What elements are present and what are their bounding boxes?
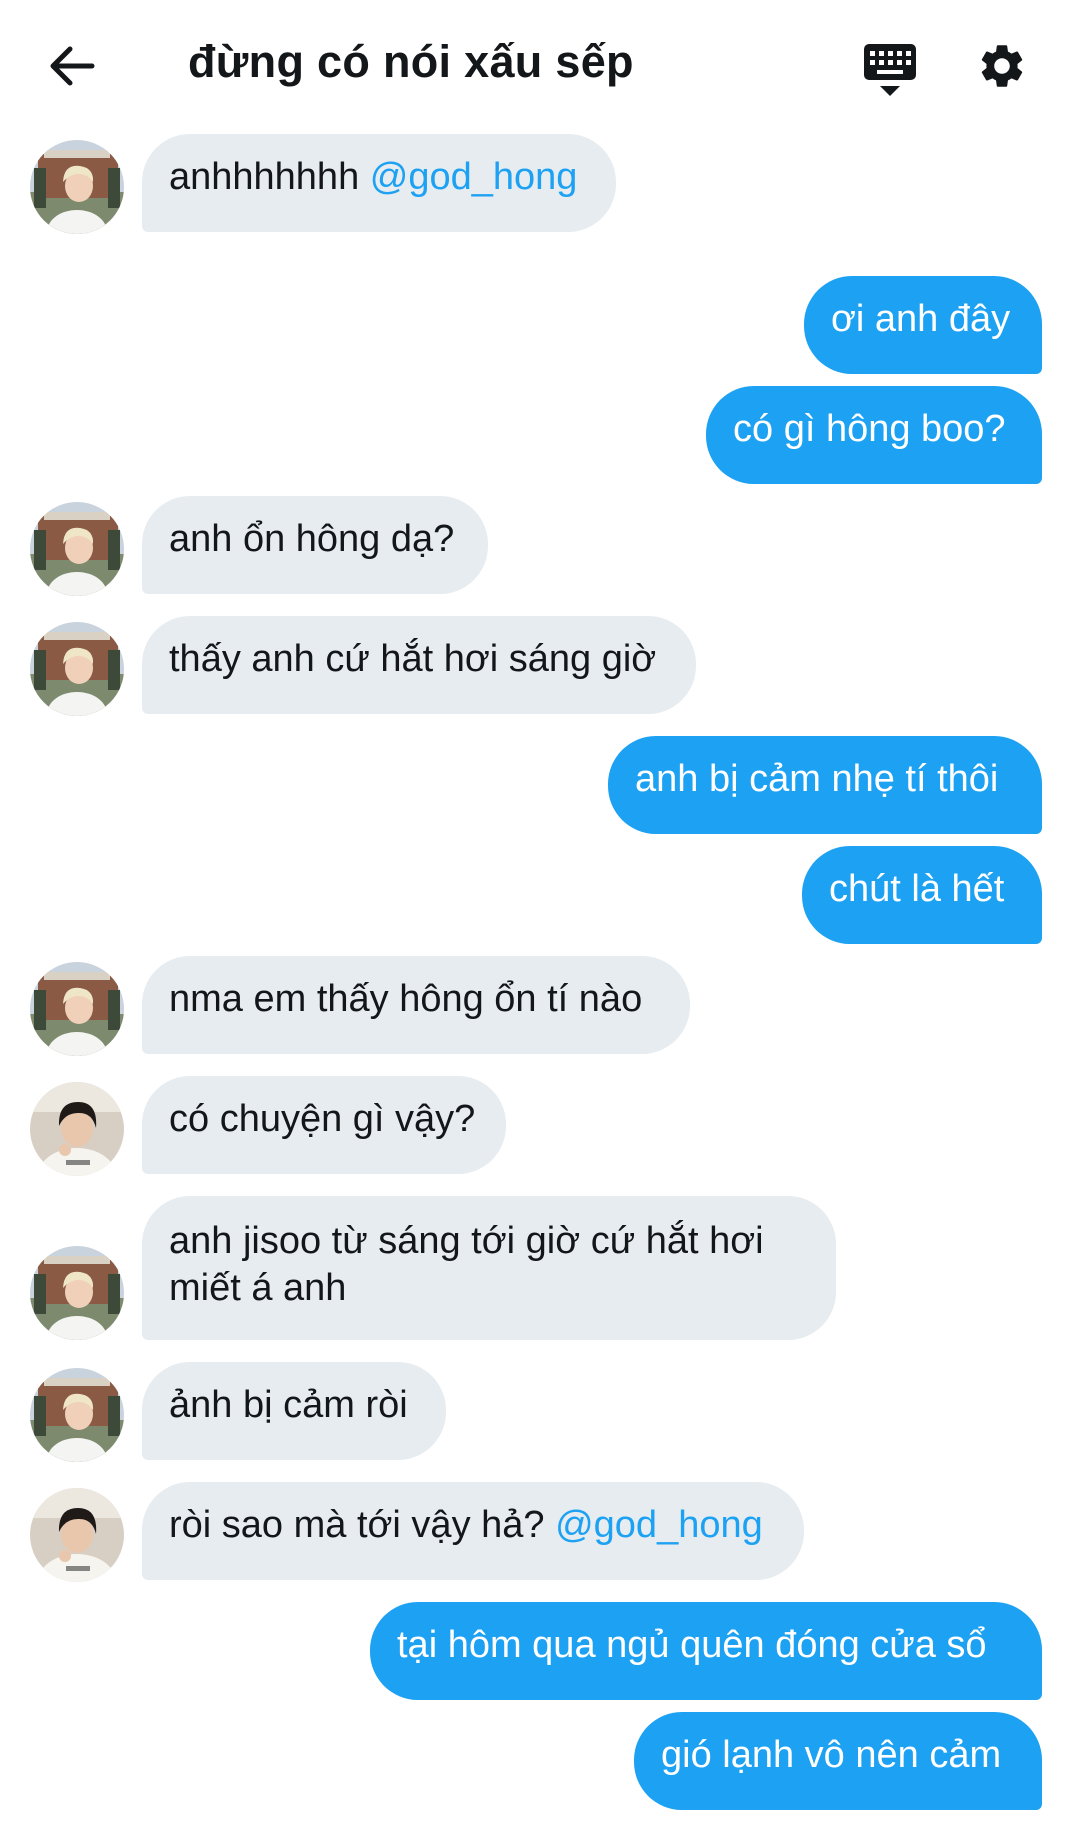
back-button[interactable]: [36, 30, 108, 102]
avatar[interactable]: [30, 622, 124, 716]
user-mention-link[interactable]: @god_hong: [555, 1504, 763, 1546]
message-bubble-incoming[interactable]: ròi sao mà tới vậy hả? @god_hong: [142, 1482, 804, 1580]
message-text: nma em thấy hông ổn tí nào: [169, 978, 643, 1020]
message-text: có gì hông boo?: [733, 408, 1006, 450]
back-arrow-icon: [50, 46, 95, 86]
avatar[interactable]: [30, 1488, 124, 1582]
message-bubble-incoming[interactable]: ảnh bị cảm ròi: [142, 1362, 446, 1460]
message-text: anhhhhhhh: [169, 156, 370, 198]
message-text: ròi sao mà tới vậy hả?: [169, 1504, 556, 1546]
avatar[interactable]: [30, 1246, 124, 1340]
avatar[interactable]: [30, 140, 124, 234]
avatar[interactable]: [30, 1082, 124, 1176]
message-bubble-outgoing[interactable]: có gì hông boo?: [706, 386, 1042, 484]
message-text: ảnh bị cảm ròi: [169, 1384, 408, 1426]
conversation-header: đừng có nói xấu sếp: [0, 0, 1080, 130]
message-bubble-outgoing[interactable]: ơi anh đây: [804, 276, 1042, 374]
avatar[interactable]: [30, 1368, 124, 1462]
settings-button[interactable]: [966, 30, 1038, 102]
message-bubble-incoming[interactable]: thấy anh cứ hắt hơi sáng giờ: [142, 616, 696, 714]
keyboard-toggle-button[interactable]: [842, 34, 938, 106]
message-text: anh bị cảm nhẹ tí thôi: [635, 758, 999, 800]
message-bubble-outgoing[interactable]: tại hôm qua ngủ quên đóng cửa sổ: [370, 1602, 1042, 1700]
message-text: anh ổn hông dạ?: [169, 518, 455, 560]
message-text: tại hôm qua ngủ quên đóng cửa sổ: [397, 1624, 987, 1666]
message-text: gió lạnh vô nên cảm: [661, 1734, 1002, 1776]
message-text: có chuyện gì vậy?: [169, 1098, 476, 1140]
avatar[interactable]: [30, 502, 124, 596]
message-bubble-outgoing[interactable]: chút là hết: [802, 846, 1042, 944]
message-bubble-incoming[interactable]: anh jisoo từ sáng tới giờ cứ hắt hơi miế…: [142, 1196, 836, 1340]
keyboard-icon: [864, 44, 916, 96]
message-bubble-incoming[interactable]: anh ổn hông dạ?: [142, 496, 488, 594]
message-text: thấy anh cứ hắt hơi sáng giờ: [169, 638, 657, 680]
message-text: ơi anh đây: [831, 298, 1011, 340]
user-mention-link[interactable]: @god_hong: [370, 156, 578, 198]
message-bubble-outgoing[interactable]: gió lạnh vô nên cảm: [634, 1712, 1042, 1810]
message-bubble-incoming[interactable]: có chuyện gì vậy?: [142, 1076, 506, 1174]
message-bubble-incoming[interactable]: nma em thấy hông ổn tí nào: [142, 956, 690, 1054]
message-bubble-outgoing[interactable]: anh bị cảm nhẹ tí thôi: [608, 736, 1042, 834]
gear-icon: [981, 45, 1023, 87]
message-bubble-incoming[interactable]: anhhhhhhh @god_hong: [142, 134, 616, 232]
conversation-title: đừng có nói xấu sếp: [188, 36, 634, 87]
avatar[interactable]: [30, 962, 124, 1056]
message-text: chút là hết: [829, 868, 1005, 910]
message-text: anh jisoo từ sáng tới giờ cứ hắt hơi miế…: [169, 1220, 764, 1309]
